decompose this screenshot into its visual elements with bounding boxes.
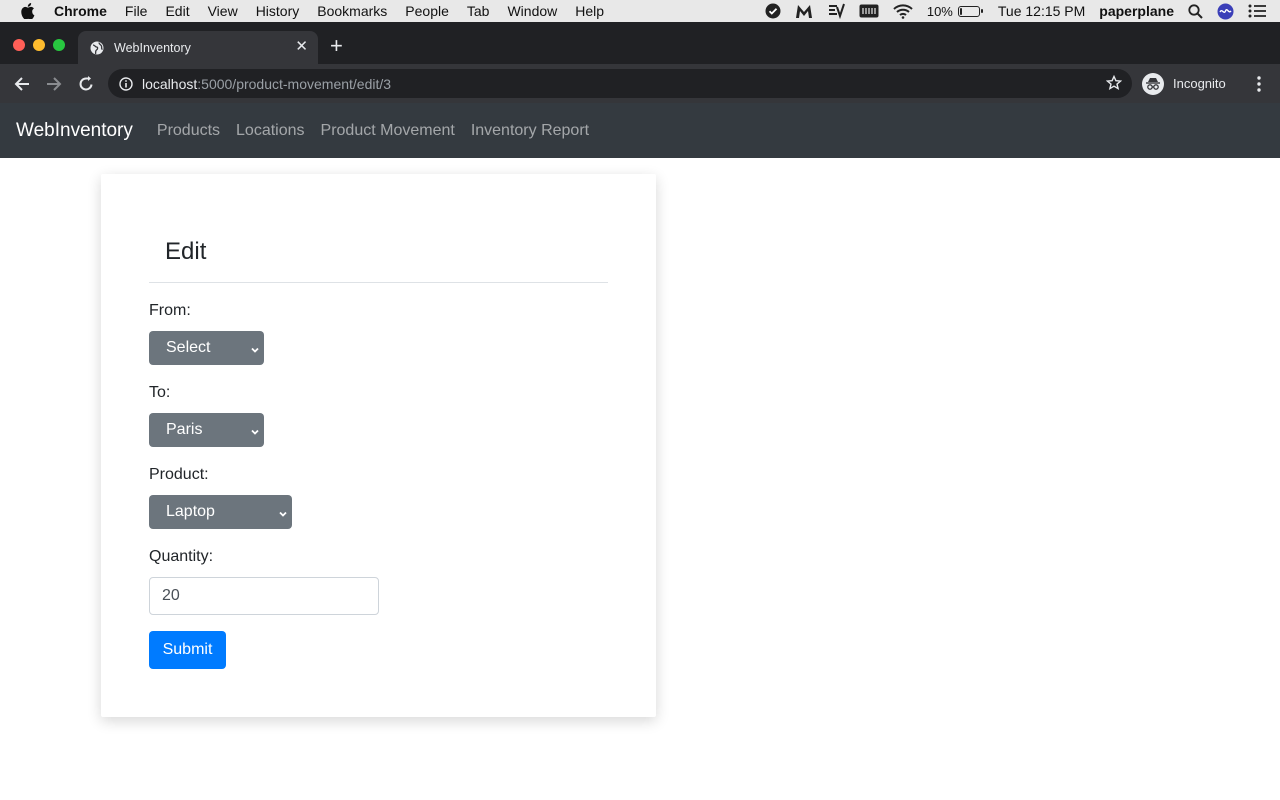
from-select[interactable]: Select [149, 331, 264, 365]
browser-toolbar: localhost:5000/product-movement/edit/3 I… [0, 64, 1280, 103]
battery-level [959, 7, 962, 15]
quantity-value: 20 [162, 587, 180, 604]
menu-edit[interactable]: Edit [165, 3, 189, 19]
incognito-indicator[interactable]: Incognito [1142, 69, 1226, 98]
browser-menu-icon[interactable] [1250, 73, 1268, 95]
minimize-window-button[interactable] [33, 39, 45, 51]
spotlight-search-icon[interactable] [1188, 3, 1203, 19]
notification-center-icon[interactable] [1248, 4, 1266, 18]
macos-menu-bar: Chrome File Edit View History Bookmarks … [0, 0, 1280, 22]
url-host: localhost [142, 75, 198, 92]
app-navbar: WebInventory Products Locations Product … [0, 103, 1280, 158]
from-select-value: Select [166, 339, 211, 356]
chevron-down-icon [250, 342, 260, 360]
menu-people[interactable]: People [405, 3, 449, 19]
nav-link-products[interactable]: Products [157, 122, 220, 140]
chevron-down-icon [250, 424, 260, 442]
globe-icon [90, 41, 104, 55]
menu-view[interactable]: View [208, 3, 238, 19]
close-tab-icon[interactable]: ✕ [295, 39, 308, 55]
tab-title: WebInventory [114, 40, 191, 55]
battery-icon[interactable] [957, 5, 983, 17]
maximize-window-button[interactable] [53, 39, 65, 51]
url-path: :5000/product-movement/edit/3 [197, 75, 392, 92]
apple-menu-icon[interactable] [20, 3, 36, 19]
menu-app-name[interactable]: Chrome [54, 3, 107, 19]
check-badge-icon[interactable] [765, 3, 781, 19]
address-bar[interactable]: localhost:5000/product-movement/edit/3 [108, 69, 1132, 98]
menu-history[interactable]: History [256, 3, 300, 19]
menu-bookmarks[interactable]: Bookmarks [317, 3, 387, 19]
incognito-label: Incognito [1173, 76, 1226, 91]
chevron-down-icon [278, 506, 288, 524]
nav-link-product-movement[interactable]: Product Movement [321, 122, 455, 140]
menu-tab[interactable]: Tab [467, 3, 490, 19]
quantity-input[interactable]: 20 [149, 577, 379, 615]
browser-tab-active[interactable]: WebInventory ✕ [78, 31, 318, 64]
product-select[interactable]: Laptop [149, 495, 292, 529]
to-select-value: Paris [166, 421, 203, 438]
bookmark-star-icon[interactable] [1106, 75, 1122, 91]
browser-tab-strip: WebInventory ✕ + [0, 22, 1280, 64]
malwarebytes-icon[interactable] [795, 3, 813, 19]
menu-window[interactable]: Window [507, 3, 557, 19]
product-select-value: Laptop [166, 503, 215, 520]
menu-help[interactable]: Help [575, 3, 604, 19]
new-tab-icon[interactable]: + [330, 35, 343, 57]
forward-arrow-icon[interactable] [43, 73, 65, 95]
form-title: Edit [165, 238, 207, 265]
user-name[interactable]: paperplane [1099, 3, 1174, 19]
wifi-icon[interactable] [893, 3, 913, 19]
extension-icon[interactable] [827, 3, 845, 19]
reload-icon[interactable] [75, 73, 97, 95]
battery-percent: 10% [926, 3, 953, 19]
keyboard-icon[interactable] [859, 4, 879, 18]
menu-file[interactable]: File [125, 3, 148, 19]
edit-form-card: Edit From: Select To: Paris Product: Lap… [101, 174, 656, 717]
to-select[interactable]: Paris [149, 413, 264, 447]
clock[interactable]: Tue 12:15 PM [998, 3, 1085, 19]
to-label: To: [149, 384, 171, 401]
product-label: Product: [149, 466, 209, 483]
site-info-icon[interactable] [119, 76, 133, 91]
from-label: From: [149, 302, 191, 319]
nav-link-inventory-report[interactable]: Inventory Report [471, 122, 589, 140]
title-divider [149, 282, 608, 283]
quantity-label: Quantity: [149, 548, 214, 565]
incognito-icon [1142, 72, 1164, 95]
nav-link-locations[interactable]: Locations [236, 122, 305, 140]
close-window-button[interactable] [13, 39, 25, 51]
brand-link[interactable]: WebInventory [16, 120, 133, 142]
siri-icon[interactable] [1217, 3, 1234, 20]
back-arrow-icon[interactable] [11, 73, 33, 95]
submit-button[interactable]: Submit [149, 631, 226, 669]
